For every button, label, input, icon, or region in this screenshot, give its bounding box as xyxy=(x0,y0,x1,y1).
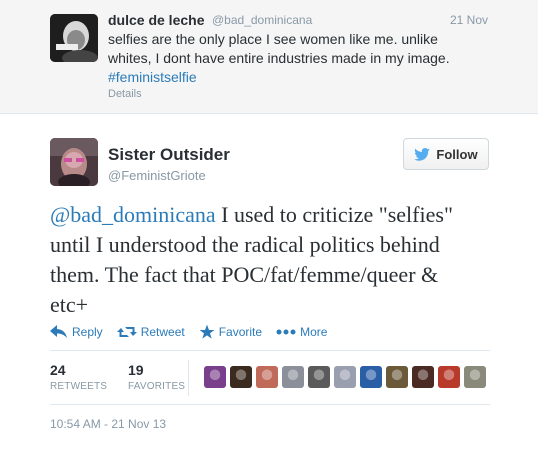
favoriter-avatar-1[interactable] xyxy=(204,366,226,388)
reply-action[interactable]: Reply xyxy=(50,325,103,339)
more-label: More xyxy=(300,325,328,339)
in-reply-to-tweet[interactable]: dulce de leche @bad_dominicana 21 Nov se… xyxy=(0,0,538,114)
retweets-stat[interactable]: 24 RETWEETS xyxy=(50,362,107,392)
reply-text: selfies are the only place I see women l… xyxy=(108,30,488,87)
favorite-star-icon xyxy=(199,324,215,339)
more-action[interactable]: More xyxy=(276,325,327,339)
hashtag-link[interactable]: #feministselfie xyxy=(108,69,197,85)
more-dots-icon xyxy=(276,329,296,335)
reply-text-line-2: whites, I dont have entire industries ma… xyxy=(108,50,450,66)
author-avatar-image xyxy=(50,138,98,186)
favoriter-avatar-3[interactable] xyxy=(256,366,278,388)
favorite-action[interactable]: Favorite xyxy=(199,324,262,340)
details-link[interactable]: Details xyxy=(108,88,142,100)
retweet-icon xyxy=(116,327,137,337)
reply-avatar-image xyxy=(50,14,98,62)
reply-text-line-1: selfies are the only place I see women l… xyxy=(108,31,438,47)
twitter-bird-icon xyxy=(414,147,431,161)
reply-author-name[interactable]: dulce de leche xyxy=(108,12,204,28)
favoriter-avatar-10[interactable] xyxy=(438,366,460,388)
favoriter-avatar-11[interactable] xyxy=(464,366,486,388)
stats-divider-bottom xyxy=(50,404,490,405)
stats-divider-top xyxy=(50,350,490,351)
retweet-action[interactable]: Retweet xyxy=(116,325,185,339)
favoriter-avatars xyxy=(204,366,486,388)
favorites-count: 19 xyxy=(128,362,144,378)
favoriter-avatar-8[interactable] xyxy=(386,366,408,388)
reply-label: Reply xyxy=(72,325,103,339)
tweet-text: @bad_dominicana I used to criticize "sel… xyxy=(50,200,470,320)
favorites-label: FAVORITES xyxy=(128,381,186,392)
author-name[interactable]: Sister Outsider xyxy=(108,145,230,165)
reply-date[interactable]: 21 Nov xyxy=(450,13,488,27)
favoriter-avatar-4[interactable] xyxy=(282,366,304,388)
tweet-timestamp[interactable]: 10:54 AM - 21 Nov 13 xyxy=(50,417,166,431)
favoriter-avatar-6[interactable] xyxy=(334,366,356,388)
stats-vertical-divider xyxy=(188,360,189,396)
author-avatar[interactable] xyxy=(50,138,98,186)
retweet-label: Retweet xyxy=(140,325,185,339)
favoriter-avatar-9[interactable] xyxy=(412,366,434,388)
favoriter-avatar-7[interactable] xyxy=(360,366,382,388)
reply-icon xyxy=(50,325,67,338)
author-handle[interactable]: @FeministGriote xyxy=(108,168,206,183)
reply-author-avatar[interactable] xyxy=(50,14,98,62)
follow-button[interactable]: Follow xyxy=(403,138,489,170)
favoriter-avatar-2[interactable] xyxy=(230,366,252,388)
tweet-actions: Reply Retweet Favorite More xyxy=(50,324,341,340)
favorite-label: Favorite xyxy=(218,325,263,339)
reply-author-handle[interactable]: @bad_dominicana xyxy=(212,13,312,27)
favorites-stat[interactable]: 19 FAVORITES xyxy=(128,362,185,392)
favoriter-avatar-5[interactable] xyxy=(308,366,330,388)
mention-link[interactable]: @bad_dominicana xyxy=(50,202,216,227)
retweets-count: 24 xyxy=(50,362,66,378)
follow-button-label: Follow xyxy=(436,146,478,162)
retweets-label: RETWEETS xyxy=(50,381,108,392)
